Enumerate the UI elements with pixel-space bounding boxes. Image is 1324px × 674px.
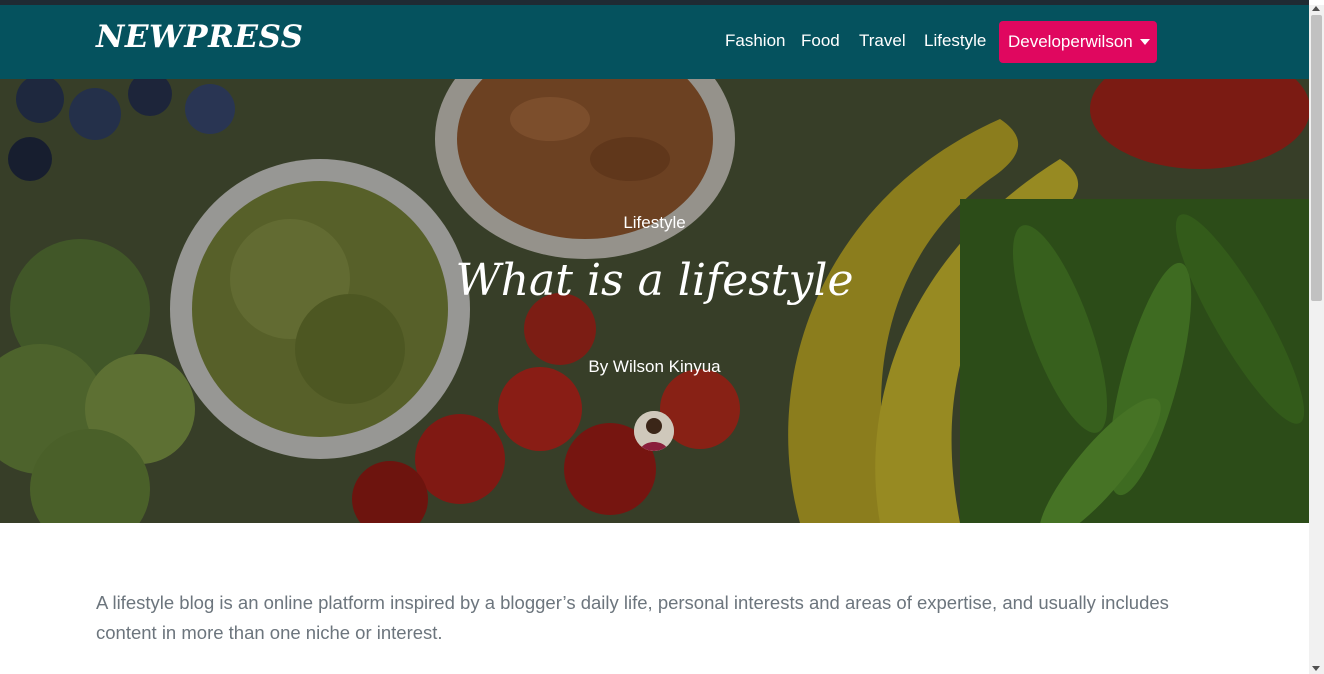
scroll-down-arrow-icon[interactable] <box>1312 666 1320 671</box>
nav-link-lifestyle[interactable]: Lifestyle <box>924 31 986 51</box>
scrollbar-thumb[interactable] <box>1311 15 1322 301</box>
hero-banner: Lifestyle What is a lifestyle By Wilson … <box>0 79 1309 523</box>
nav-link-fashion[interactable]: Fashion <box>725 31 785 51</box>
post-title: What is a lifestyle <box>455 255 854 306</box>
brand-logo[interactable]: NEWPRESS <box>96 19 304 55</box>
article-paragraph: A lifestyle blog is an online platform i… <box>96 592 1169 643</box>
post-author: By Wilson Kinyua <box>588 357 721 376</box>
nav-link-travel[interactable]: Travel <box>859 31 906 51</box>
top-navbar: NEWPRESS Fashion Food Travel Lifestyle D… <box>0 5 1309 79</box>
user-menu-label: Developerwilson <box>1008 32 1133 51</box>
post-category[interactable]: Lifestyle <box>0 213 1309 233</box>
nav-link-food[interactable]: Food <box>801 31 840 51</box>
user-menu-dropdown-button[interactable]: Developerwilson <box>999 21 1157 63</box>
author-avatar[interactable] <box>634 411 674 451</box>
author-avatar-image <box>634 411 674 451</box>
caret-down-icon <box>1139 39 1150 45</box>
article-body: A lifestyle blog is an online platform i… <box>96 588 1216 658</box>
page-scrollbar[interactable] <box>1309 5 1324 674</box>
scroll-up-arrow-icon[interactable] <box>1312 6 1320 11</box>
